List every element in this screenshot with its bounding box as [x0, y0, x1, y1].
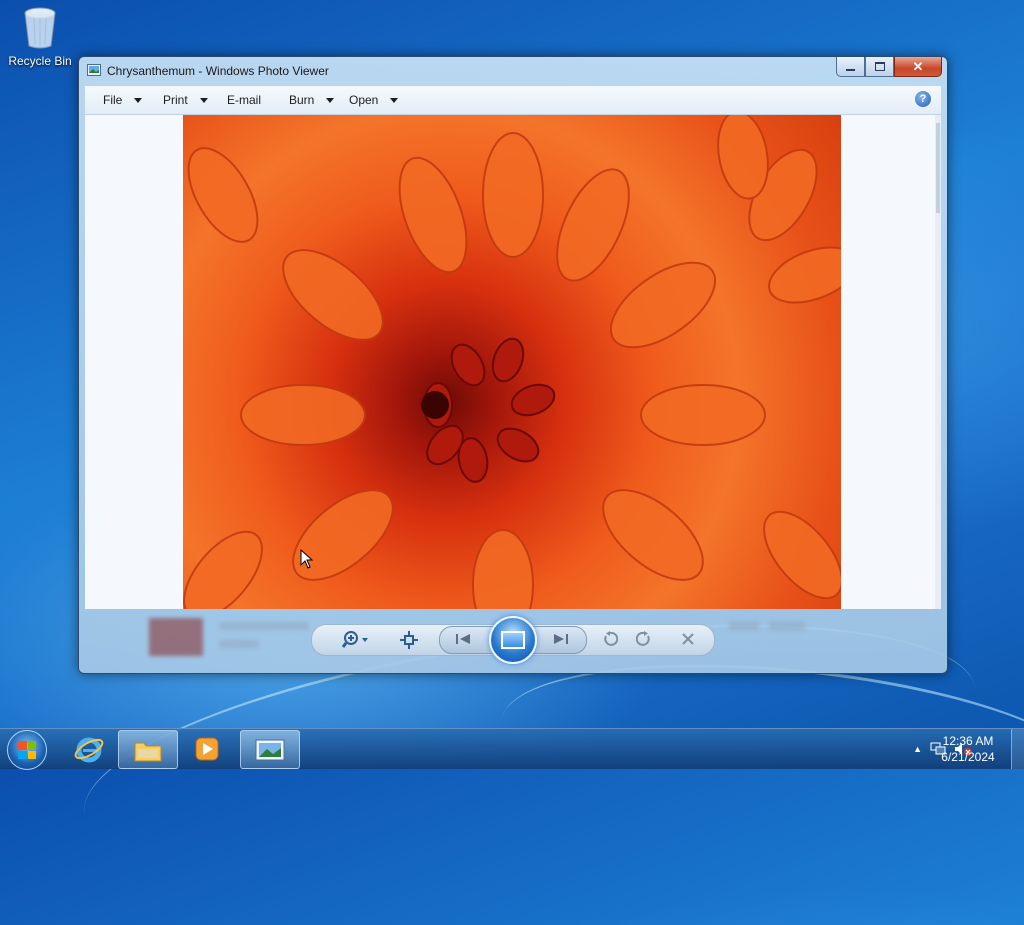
- flower-petals: [183, 115, 841, 609]
- taskbar-windows-explorer[interactable]: [118, 730, 178, 769]
- menu-file[interactable]: File: [103, 93, 143, 107]
- menu-label: Open: [349, 93, 379, 107]
- menu-label: File: [103, 93, 123, 107]
- chevron-down-icon: [326, 97, 335, 103]
- actual-size-icon: [400, 631, 418, 649]
- start-button[interactable]: [7, 730, 47, 770]
- chrysanthemum-photo[interactable]: [183, 115, 841, 609]
- taskbar-photo-viewer[interactable]: [240, 730, 300, 769]
- close-button[interactable]: ✕: [894, 57, 942, 77]
- rotate-counterclockwise-button[interactable]: [599, 628, 621, 650]
- mouse-cursor-icon: [300, 549, 314, 569]
- image-viewport[interactable]: [85, 115, 941, 609]
- windows-logo-icon: [18, 741, 36, 759]
- taskbar: ▲ 12:36 AM 6/21/2024: [0, 728, 1024, 770]
- window-title: Chrysanthemum - Windows Photo Viewer: [107, 64, 329, 78]
- menu-bar: File Print E-mail Burn Open ?: [85, 86, 941, 115]
- menu-label: E-mail: [227, 93, 262, 107]
- clock-time: 12:36 AM: [942, 734, 994, 748]
- next-icon: [554, 634, 568, 644]
- delete-button[interactable]: [677, 628, 699, 650]
- blurred-info: [729, 622, 759, 630]
- actual-size-button[interactable]: [397, 628, 421, 652]
- previous-button[interactable]: [449, 628, 477, 650]
- minimize-button[interactable]: [836, 57, 865, 77]
- blurred-info: [769, 622, 805, 630]
- show-hidden-icons-icon[interactable]: ▲: [913, 744, 922, 754]
- menu-label: Print: [163, 93, 188, 107]
- flower-center: [421, 391, 449, 419]
- scrollbar[interactable]: [935, 115, 941, 609]
- menu-print[interactable]: Print: [163, 93, 208, 107]
- slideshow-icon: [501, 631, 525, 649]
- menu-email[interactable]: E-mail: [227, 93, 261, 107]
- previous-icon: [456, 634, 470, 644]
- zoom-button[interactable]: [337, 628, 377, 652]
- menu-label: Burn: [289, 93, 315, 107]
- control-bar: [79, 610, 947, 672]
- blurred-thumbnail: [149, 618, 203, 656]
- slideshow-button[interactable]: [489, 616, 537, 664]
- maximize-icon: [874, 62, 885, 71]
- minimize-icon: [846, 68, 855, 71]
- photo-viewer-icon: [87, 64, 101, 76]
- taskbar-internet-explorer[interactable]: [60, 730, 118, 767]
- photo-viewer-icon: [255, 739, 285, 760]
- close-icon: ✕: [912, 58, 924, 74]
- help-icon[interactable]: ?: [915, 91, 931, 107]
- title-bar[interactable]: Chrysanthemum - Windows Photo Viewer ✕: [79, 57, 947, 85]
- blurred-info: [219, 640, 259, 648]
- desktop-icon-label: Recycle Bin: [8, 54, 72, 68]
- scrollbar-thumb[interactable]: [936, 123, 940, 213]
- zoom-icon: [342, 631, 368, 648]
- delete-icon: [682, 633, 694, 645]
- clock[interactable]: 12:36 AM 6/21/2024: [936, 733, 1000, 765]
- taskbar-media-player[interactable]: [178, 730, 236, 767]
- internet-explorer-icon: [74, 737, 104, 762]
- recycle-bin-icon: [23, 6, 57, 50]
- next-button[interactable]: [547, 628, 575, 650]
- caption-buttons: ✕: [836, 57, 942, 77]
- clock-date: 6/21/2024: [941, 750, 995, 764]
- menu-burn[interactable]: Burn: [289, 93, 335, 107]
- desktop-icon-recycle-bin[interactable]: Recycle Bin: [4, 6, 76, 68]
- show-desktop-button[interactable]: [1011, 729, 1024, 769]
- blurred-info: [219, 622, 309, 630]
- maximize-button[interactable]: [865, 57, 894, 77]
- chevron-down-icon: [134, 97, 143, 103]
- menu-open[interactable]: Open: [349, 93, 399, 107]
- rotate-clockwise-icon: [636, 631, 650, 646]
- photo-viewer-window: Chrysanthemum - Windows Photo Viewer ✕ F…: [78, 56, 948, 674]
- chevron-down-icon: [390, 97, 399, 103]
- rotate-counterclockwise-icon: [604, 631, 618, 646]
- rotate-clockwise-button[interactable]: [633, 628, 655, 650]
- chevron-down-icon: [199, 97, 208, 103]
- media-player-icon: [195, 737, 219, 760]
- windows-explorer-icon: [134, 742, 162, 761]
